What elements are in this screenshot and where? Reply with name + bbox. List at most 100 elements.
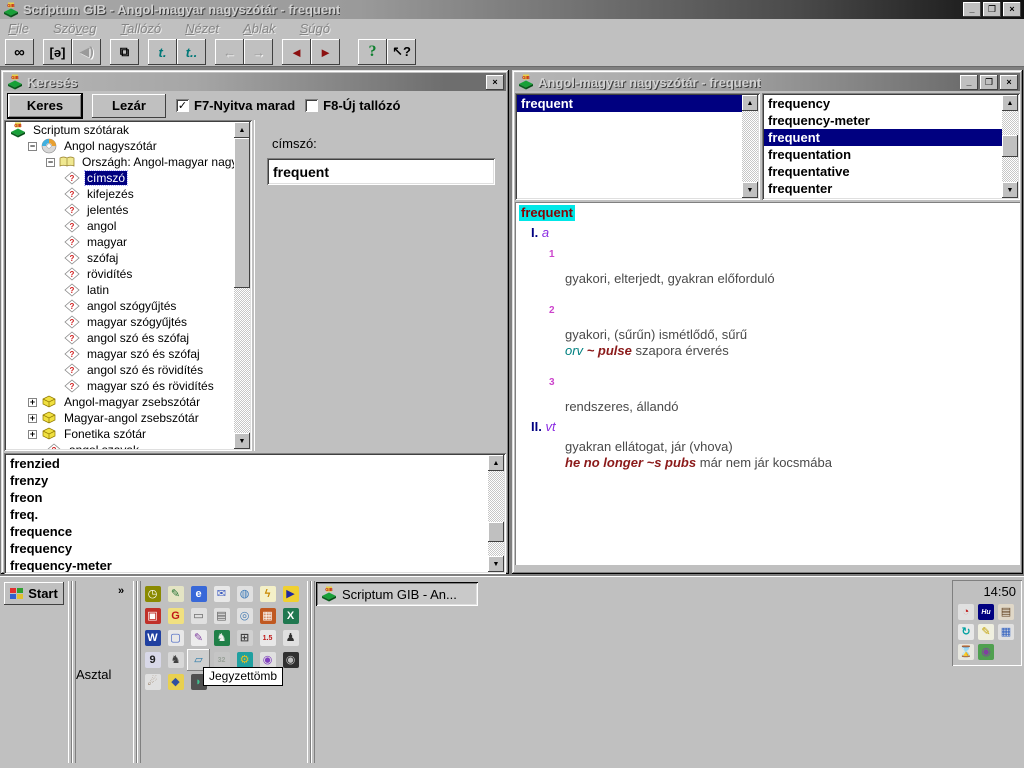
menu-sugo[interactable]: Súgó <box>300 21 330 36</box>
speaker-icon[interactable]: ◀) <box>72 39 101 65</box>
tree-expander-icon[interactable]: + <box>28 398 37 407</box>
match-scroll-up-icon[interactable]: ▲ <box>742 95 758 111</box>
tree-item-15[interactable]: angol szó és rövidítés <box>6 362 234 378</box>
backup-floppy-icon[interactable]: ▣ <box>141 605 164 627</box>
wordlist2-icon[interactable]: t.. <box>177 39 206 65</box>
find-icon[interactable]: ∞ <box>5 39 34 65</box>
word-item[interactable]: frequentative <box>764 163 1002 180</box>
checkbox-f8-uj-tallozo[interactable]: F8-Új tallózó <box>305 98 400 113</box>
menu-szoveg[interactable]: Szöveg <box>53 21 96 36</box>
next-hit-icon[interactable]: ► <box>311 39 340 65</box>
close-button[interactable]: × <box>1003 2 1021 17</box>
menu-tallozo[interactable]: Tallózó <box>120 21 161 36</box>
calculator-icon[interactable]: ⊞ <box>233 627 256 649</box>
menu-ablak[interactable]: Ablak <box>243 21 276 36</box>
paint-cup-icon[interactable]: ✎ <box>187 627 210 649</box>
hu-keyboard-indicator[interactable]: Hu <box>976 602 996 622</box>
tree-item-20[interactable]: angol szavak <box>6 442 234 449</box>
chevron-more-icon[interactable]: » <box>112 583 130 599</box>
word-item[interactable]: frequency-meter <box>764 112 1002 129</box>
globe-stand-icon[interactable]: ◍ <box>233 583 256 605</box>
cimszo-input[interactable] <box>267 158 495 185</box>
printer-icon[interactable]: ▤ <box>210 605 233 627</box>
tree-item-5[interactable]: jelentés <box>6 202 234 218</box>
word-item[interactable]: frequent <box>764 129 1002 146</box>
result-item[interactable]: freon <box>6 489 488 506</box>
checkbox-f7-box[interactable]: ✓ <box>176 99 189 112</box>
start-button[interactable]: Start <box>4 582 64 605</box>
checkbox-f7-nyitva-marad[interactable]: ✓ F7-Nyitva marad <box>176 98 295 113</box>
lezar-button[interactable]: Lezár <box>92 94 166 118</box>
tree-expander-icon[interactable]: − <box>46 158 55 167</box>
result-item[interactable]: frequence <box>6 523 488 540</box>
media-player-icon[interactable]: ▶ <box>279 583 302 605</box>
match-scroll-down-icon[interactable]: ▼ <box>742 182 758 198</box>
tree-scrollbar[interactable]: ▲ ▼ <box>234 122 250 449</box>
tree-expander-icon[interactable]: + <box>28 414 37 423</box>
tree-item-4[interactable]: kifejezés <box>6 186 234 202</box>
word-scroll-up-icon[interactable]: ▲ <box>1002 95 1018 111</box>
result-item[interactable]: frenzied <box>6 455 488 472</box>
satellite-dish-icon[interactable]: ☄ <box>141 671 164 693</box>
tree-scroll-thumb[interactable] <box>234 138 250 288</box>
gib-15-icon[interactable]: 1.5 <box>256 627 279 649</box>
tree-item-1[interactable]: −Angol nagyszótár <box>6 138 234 154</box>
keres-button[interactable]: Keres <box>8 94 82 118</box>
dict-close-button[interactable]: × <box>1000 75 1018 90</box>
tree-item-11[interactable]: angol szógyűjtés <box>6 298 234 314</box>
tree-item-2[interactable]: −Országh: Angol-magyar nagyszótár <box>6 154 234 170</box>
tree-item-7[interactable]: magyar <box>6 234 234 250</box>
result-item[interactable]: frenzy <box>6 472 488 489</box>
tree-item-17[interactable]: +Angol-magyar zsebszótár <box>6 394 234 410</box>
dictionary-window-titlebar[interactable]: Angol-magyar nagyszótár - frequent _ ❐ × <box>515 73 1020 91</box>
dalmatian-icon[interactable]: ♞ <box>164 649 187 671</box>
word-item[interactable]: frequency <box>764 95 1002 112</box>
minimize-button[interactable]: _ <box>963 2 981 17</box>
tray-pen-icon[interactable]: ✎ <box>976 622 996 642</box>
tray-fax-icon[interactable]: ▤ <box>996 602 1016 622</box>
scheduler-clock-icon[interactable]: ◷ <box>141 583 164 605</box>
tree-item-3[interactable]: címszó <box>6 170 234 186</box>
menu-nezet[interactable]: Nézet <box>185 21 219 36</box>
results-scroll-up-icon[interactable]: ▲ <box>488 455 504 471</box>
dict-minimize-button[interactable]: _ <box>960 75 978 90</box>
tree-expander-icon[interactable]: − <box>28 142 37 151</box>
task-button-scriptum[interactable]: Scriptum GIB - An... <box>316 582 478 606</box>
dialer-9-icon[interactable]: 9 <box>141 649 164 671</box>
previous-hit-icon[interactable]: ◄ <box>282 39 311 65</box>
removable-drive-icon[interactable]: ▭ <box>187 605 210 627</box>
match-scrollbar[interactable]: ▲ ▼ <box>742 95 758 198</box>
tray-ball-icon[interactable]: ◉ <box>976 642 996 662</box>
phonetic-icon[interactable]: [ə] <box>43 39 72 65</box>
tray-agenda-icon[interactable]: ◔ <box>956 602 976 622</box>
word-scroll-thumb[interactable] <box>1002 135 1018 157</box>
results-scrollbar[interactable]: ▲ ▼ <box>488 455 504 572</box>
result-item[interactable]: frequency-meter <box>6 557 488 572</box>
taskbar-separator[interactable] <box>68 581 76 763</box>
search-window-titlebar[interactable]: Keresés × <box>4 73 506 91</box>
cd-globe-icon[interactable]: ◎ <box>233 605 256 627</box>
forward-icon[interactable]: → <box>244 39 273 65</box>
tree-item-8[interactable]: szófaj <box>6 250 234 266</box>
excel-icon[interactable]: X <box>279 605 302 627</box>
tray-hourglass-icon[interactable]: ⌛ <box>956 642 976 662</box>
result-item[interactable]: frequency <box>6 540 488 557</box>
lightning-icon[interactable]: ϟ <box>256 583 279 605</box>
checkbox-f8-box[interactable] <box>305 99 318 112</box>
tree-expander-icon[interactable]: + <box>28 430 37 439</box>
back-icon[interactable]: ← <box>215 39 244 65</box>
tree-item-10[interactable]: latin <box>6 282 234 298</box>
elephant-icon[interactable]: ♞ <box>210 627 233 649</box>
tree-item-18[interactable]: +Magyar-angol zsebszótár <box>6 410 234 426</box>
results-scroll-thumb[interactable] <box>488 522 504 542</box>
gib-dictionary-icon[interactable]: G <box>164 605 187 627</box>
notepad-write-icon[interactable]: ✎ <box>164 583 187 605</box>
taskbar-separator-3[interactable] <box>307 581 315 763</box>
wordlist-icon[interactable]: t. <box>148 39 177 65</box>
tree-item-16[interactable]: magyar szó és rövidítés <box>6 378 234 394</box>
word-item[interactable]: frequentation <box>764 146 1002 163</box>
tree-item-0[interactable]: Scriptum szótárak <box>6 122 234 138</box>
tray-display-icon[interactable]: ▦ <box>996 622 1016 642</box>
word-icon[interactable]: W <box>141 627 164 649</box>
result-item[interactable]: freq. <box>6 506 488 523</box>
